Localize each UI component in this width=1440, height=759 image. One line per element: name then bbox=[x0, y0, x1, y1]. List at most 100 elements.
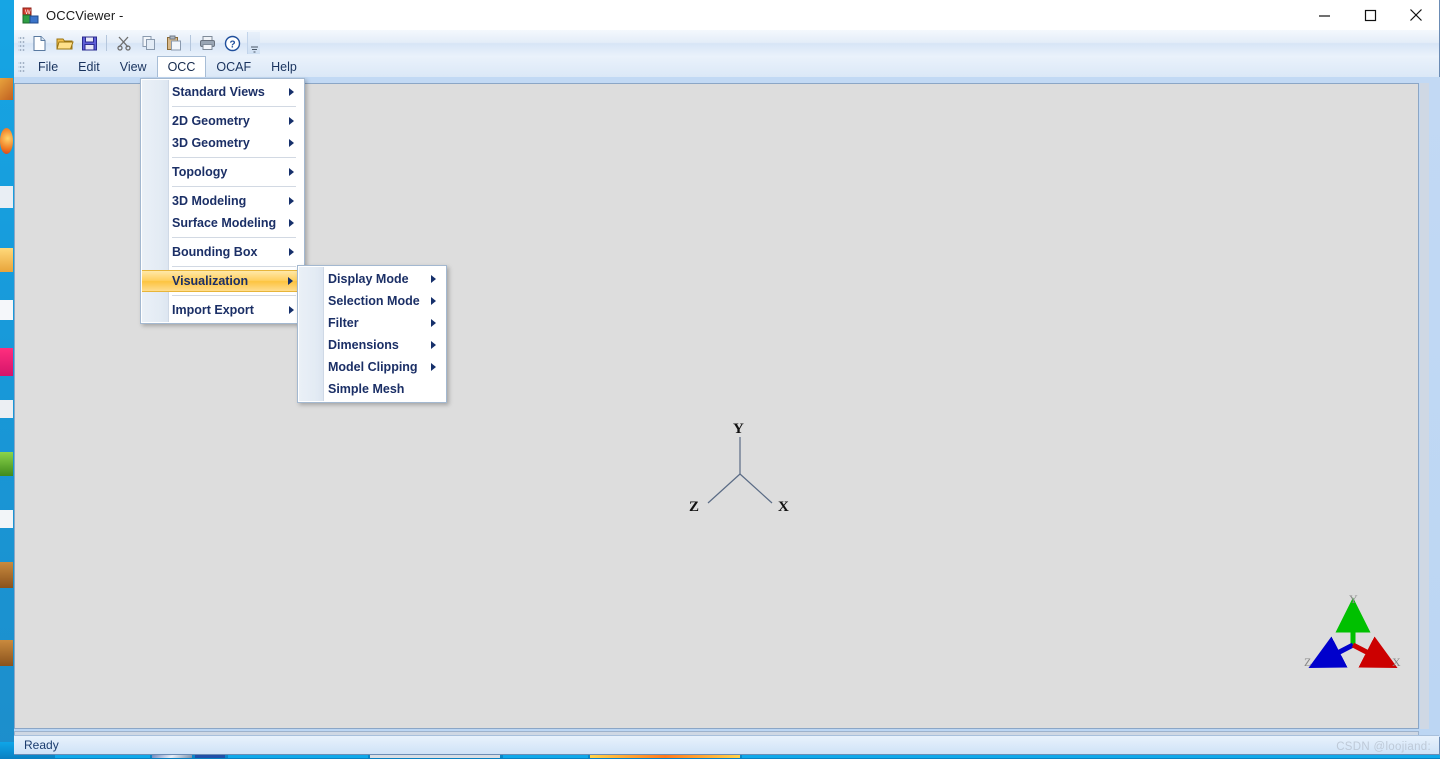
toolbar-separator bbox=[190, 35, 191, 51]
submenu-item-model-clipping[interactable]: Model Clipping bbox=[298, 356, 446, 378]
origin-trihedron: Y Z X bbox=[675, 419, 805, 529]
menu-view[interactable]: View bbox=[110, 56, 157, 77]
menu-separator bbox=[172, 295, 296, 296]
svg-text:?: ? bbox=[229, 39, 235, 50]
watermark: CSDN @loojiand: bbox=[1336, 741, 1431, 753]
menu-item-2d-geometry[interactable]: 2D Geometry bbox=[141, 110, 304, 132]
gizmo-label-y: Y bbox=[1349, 592, 1358, 606]
desktop-icon[interactable] bbox=[0, 452, 13, 476]
chevron-right-icon bbox=[431, 319, 436, 327]
chevron-right-icon bbox=[431, 363, 436, 371]
chevron-right-icon bbox=[289, 248, 294, 256]
menu-item-import-export[interactable]: Import Export bbox=[141, 299, 304, 321]
submenu-item-simple-mesh[interactable]: Simple Mesh bbox=[298, 378, 446, 400]
axis-label-z: Z bbox=[689, 499, 700, 515]
visualization-submenu[interactable]: Display Mode Selection Mode Filter Dimen… bbox=[297, 265, 447, 403]
menu-edit[interactable]: Edit bbox=[68, 56, 110, 77]
desktop-icon[interactable] bbox=[0, 400, 13, 418]
occviewer-app-icon: W bbox=[22, 7, 39, 24]
menu-item-3d-geometry[interactable]: 3D Geometry bbox=[141, 132, 304, 154]
menu-item-label: Visualization bbox=[172, 274, 249, 288]
desktop-icon[interactable] bbox=[0, 640, 13, 666]
menu-separator bbox=[172, 106, 296, 107]
maximize-icon[interactable] bbox=[1347, 0, 1393, 30]
menu-item-visualization[interactable]: Visualization bbox=[142, 270, 303, 292]
menu-edit-label: Edit bbox=[78, 59, 100, 74]
menubar-grip[interactable] bbox=[18, 59, 25, 74]
scissors-icon[interactable] bbox=[111, 32, 136, 54]
menu-ocaf-label: OCAF bbox=[216, 59, 252, 74]
close-icon[interactable] bbox=[1393, 0, 1439, 30]
chevron-right-icon bbox=[289, 168, 294, 176]
desktop-icon[interactable] bbox=[0, 186, 13, 208]
view-orientation-gizmo[interactable]: Y Z X bbox=[1298, 592, 1408, 683]
minimize-icon[interactable] bbox=[1301, 0, 1347, 30]
desktop-icon[interactable] bbox=[0, 348, 13, 376]
submenu-item-label: Selection Mode bbox=[328, 294, 420, 308]
submenu-item-dimensions[interactable]: Dimensions bbox=[298, 334, 446, 356]
menu-file[interactable]: File bbox=[28, 56, 68, 77]
chevron-right-icon bbox=[289, 197, 294, 205]
occ-dropdown-menu[interactable]: Standard Views 2D Geometry 3D Geometry T… bbox=[140, 78, 305, 324]
clipboard-paste-icon[interactable] bbox=[161, 32, 186, 54]
submenu-item-label: Simple Mesh bbox=[328, 382, 405, 396]
chevron-right-icon bbox=[288, 277, 293, 285]
chevron-right-icon bbox=[289, 306, 294, 314]
main-toolbar[interactable]: ? bbox=[14, 30, 1439, 56]
chevron-right-icon bbox=[289, 88, 294, 96]
menu-bar[interactable]: File Edit View OCC OCAF Help bbox=[14, 56, 1439, 78]
submenu-item-label: Filter bbox=[328, 316, 359, 330]
copy-icon[interactable] bbox=[136, 32, 161, 54]
submenu-item-label: Model Clipping bbox=[328, 360, 418, 374]
desktop-icon[interactable] bbox=[0, 248, 13, 272]
menu-item-3d-modeling[interactable]: 3D Modeling bbox=[141, 190, 304, 212]
question-mark-icon[interactable]: ? bbox=[220, 32, 245, 54]
chevron-right-icon bbox=[289, 117, 294, 125]
menu-help[interactable]: Help bbox=[261, 56, 307, 77]
gizmo-label-x: X bbox=[1392, 655, 1401, 669]
menu-item-label: Topology bbox=[172, 165, 228, 179]
axis-label-y: Y bbox=[733, 421, 744, 437]
submenu-item-filter[interactable]: Filter bbox=[298, 312, 446, 334]
open-folder-icon[interactable] bbox=[52, 32, 77, 54]
menu-item-standard-views[interactable]: Standard Views bbox=[141, 81, 304, 103]
status-bar: Ready CSDN @loojiand: bbox=[14, 735, 1439, 754]
menu-occ-label: OCC bbox=[167, 60, 196, 74]
menu-ocaf[interactable]: OCAF bbox=[206, 56, 261, 77]
menu-file-label: File bbox=[38, 59, 59, 74]
menu-help-label: Help bbox=[271, 59, 297, 74]
menu-occ[interactable]: OCC bbox=[156, 56, 207, 77]
desktop-icon[interactable] bbox=[0, 562, 13, 588]
title-bar[interactable]: W OCCViewer - bbox=[14, 0, 1439, 30]
vertical-scrollbar[interactable] bbox=[1420, 83, 1429, 729]
menu-item-label: 3D Geometry bbox=[172, 136, 250, 150]
gizmo-label-z: Z bbox=[1304, 655, 1312, 669]
submenu-item-selection-mode[interactable]: Selection Mode bbox=[298, 290, 446, 312]
window-title: OCCViewer - bbox=[46, 7, 124, 23]
toolbar-grip[interactable] bbox=[18, 35, 25, 51]
desktop-icon[interactable] bbox=[0, 128, 13, 154]
submenu-item-display-mode[interactable]: Display Mode bbox=[298, 268, 446, 290]
menu-separator bbox=[172, 266, 296, 267]
chevron-right-icon bbox=[431, 297, 436, 305]
printer-icon[interactable] bbox=[195, 32, 220, 54]
menu-view-label: View bbox=[119, 59, 147, 74]
new-file-icon[interactable] bbox=[27, 32, 52, 54]
menu-item-topology[interactable]: Topology bbox=[141, 161, 304, 183]
submenu-item-label: Display Mode bbox=[328, 272, 409, 286]
toolbar-overflow-icon[interactable] bbox=[247, 32, 260, 54]
menu-item-label: Import Export bbox=[172, 303, 254, 317]
save-disk-icon[interactable] bbox=[77, 32, 102, 54]
desktop-icon[interactable] bbox=[0, 300, 13, 320]
menu-item-label: Standard Views bbox=[172, 85, 265, 99]
menu-item-bounding-box[interactable]: Bounding Box bbox=[141, 241, 304, 263]
menu-item-label: Surface Modeling bbox=[172, 216, 277, 230]
desktop-icon[interactable] bbox=[0, 510, 13, 528]
menu-item-surface-modeling[interactable]: Surface Modeling bbox=[141, 212, 304, 234]
menu-separator bbox=[172, 157, 296, 158]
menu-item-label: Bounding Box bbox=[172, 245, 258, 259]
axis-label-x: X bbox=[778, 499, 789, 515]
submenu-item-label: Dimensions bbox=[328, 338, 399, 352]
chevron-right-icon bbox=[289, 139, 294, 147]
desktop-icon[interactable] bbox=[0, 78, 13, 100]
